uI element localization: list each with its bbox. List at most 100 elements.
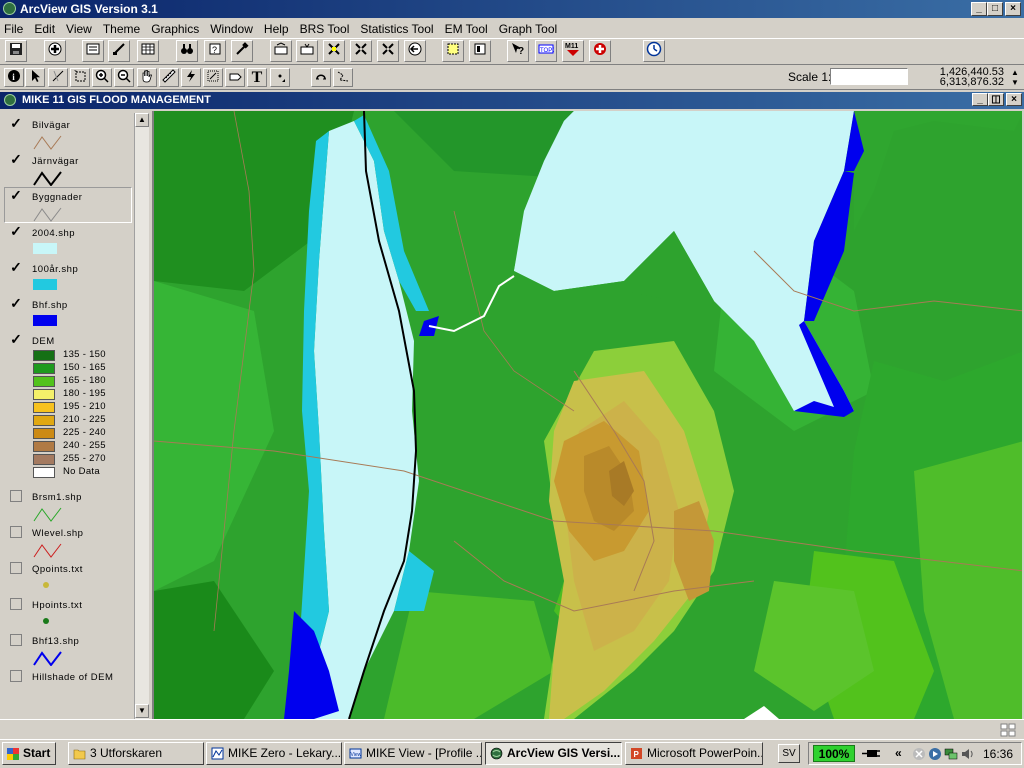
binoculars-icon[interactable]: [176, 40, 198, 62]
layer-checkbox[interactable]: [10, 598, 22, 610]
hand-icon[interactable]: [137, 68, 157, 87]
battery-percentage[interactable]: 100%: [813, 745, 855, 762]
map-canvas[interactable]: [154, 111, 1022, 719]
menu-graphics[interactable]: Graphics: [151, 22, 199, 36]
clock-icon[interactable]: [643, 40, 665, 62]
layer-checkbox[interactable]: [10, 634, 22, 646]
layer-checkbox[interactable]: [10, 490, 22, 502]
layer-checkbox[interactable]: [10, 670, 22, 682]
snap-icon[interactable]: [311, 68, 331, 87]
zoom-out-fixed-icon[interactable]: [377, 40, 399, 62]
taskbar-item-powerpoint[interactable]: P Microsoft PowerPoin...: [625, 742, 763, 765]
layer-checkbox[interactable]: ✓: [10, 296, 22, 310]
help-icon[interactable]: ?: [507, 40, 529, 62]
scroll-up-icon[interactable]: ▲: [135, 113, 149, 127]
view-restore-button[interactable]: ◫: [988, 93, 1004, 106]
legend-icon[interactable]: [108, 40, 130, 62]
menu-view[interactable]: View: [66, 22, 92, 36]
view-minimize-button[interactable]: _: [972, 93, 988, 106]
scale-input[interactable]: [830, 68, 908, 85]
menu-edit[interactable]: Edit: [34, 22, 55, 36]
media-player-icon[interactable]: [928, 747, 942, 761]
map-display[interactable]: [152, 111, 1022, 719]
shape-icon[interactable]: [333, 68, 353, 87]
taskbar-item-explorer[interactable]: 3 Utforskaren: [68, 742, 204, 765]
scroll-down-icon[interactable]: ▼: [135, 704, 149, 718]
maximize-button[interactable]: □: [987, 2, 1003, 16]
floppy-icon[interactable]: [5, 40, 27, 62]
text-icon[interactable]: T: [247, 68, 267, 87]
select-box-icon[interactable]: [70, 68, 90, 87]
menu-em-tool[interactable]: EM Tool: [445, 22, 488, 36]
legend-label: No Data: [63, 466, 100, 477]
volume-icon[interactable]: [960, 747, 974, 761]
query-icon[interactable]: ?: [204, 40, 226, 62]
menu-statistics-tool[interactable]: Statistics Tool: [360, 22, 433, 36]
hammer-icon[interactable]: [231, 40, 253, 62]
layer-checkbox[interactable]: ✓: [10, 260, 22, 274]
taskbar-item-arcview[interactable]: ArcView GIS Versi...: [485, 742, 622, 765]
menu-brs-tool[interactable]: BRS Tool: [300, 22, 350, 36]
toc-layer-dem[interactable]: ✓ DEM 135 - 150 150 - 165 165 - 180 180 …: [2, 331, 132, 491]
close-button[interactable]: ×: [1005, 2, 1021, 16]
vertex-icon[interactable]: [48, 68, 68, 87]
scroll-track[interactable]: [135, 131, 149, 713]
start-button[interactable]: Start: [2, 742, 56, 765]
zoom-previous-icon[interactable]: [404, 40, 426, 62]
taskbar-item-mike-zero[interactable]: MIKE Zero - Lekary...: [206, 742, 342, 765]
topo-icon[interactable]: TOPO: [535, 40, 557, 62]
spin-up-icon[interactable]: ▲: [1008, 68, 1022, 78]
flood-icon[interactable]: [589, 40, 611, 62]
ruler-icon[interactable]: [159, 68, 179, 87]
menu-help[interactable]: Help: [264, 22, 289, 36]
label-icon[interactable]: [225, 68, 245, 87]
zoom-active-icon[interactable]: [296, 40, 318, 62]
select-icon[interactable]: [442, 40, 464, 62]
legend-label: 180 - 195: [63, 388, 106, 399]
layer-checkbox[interactable]: ✓: [10, 224, 22, 238]
clock-time[interactable]: 16:36: [983, 747, 1013, 761]
zoom-in-icon[interactable]: [92, 68, 112, 87]
toc-scrollbar[interactable]: ▲ ▼: [134, 113, 149, 719]
layer-checkbox[interactable]: ✓: [10, 332, 22, 346]
tray-expand-chevron[interactable]: «: [895, 746, 902, 760]
layer-checkbox[interactable]: ✓: [10, 116, 22, 130]
minimize-button[interactable]: _: [971, 2, 987, 16]
properties-icon[interactable]: [82, 40, 104, 62]
language-indicator[interactable]: SV: [778, 744, 800, 763]
coordinate-spin[interactable]: ▲ ▼: [1008, 68, 1022, 88]
draw-icon[interactable]: [270, 68, 290, 87]
table-icon[interactable]: [137, 40, 159, 62]
layer-name: DEM: [32, 336, 55, 347]
menu-window[interactable]: Window: [210, 22, 253, 36]
view-close-button[interactable]: ×: [1006, 93, 1022, 106]
clear-icon[interactable]: [469, 40, 491, 62]
tray-close-icon[interactable]: [912, 747, 926, 761]
layer-checkbox[interactable]: ✓: [10, 152, 22, 166]
identify-icon[interactable]: i: [4, 68, 24, 87]
resize-grip-icon[interactable]: [1000, 723, 1016, 737]
layer-checkbox[interactable]: ✓: [10, 188, 22, 202]
spin-down-icon[interactable]: ▼: [1008, 78, 1022, 88]
lightning-icon[interactable]: [181, 68, 201, 87]
zoom-in-fixed-icon[interactable]: [350, 40, 372, 62]
arrow-icon[interactable]: [25, 68, 45, 87]
powerpoint-icon: P: [631, 748, 642, 759]
taskbar-item-mike-view[interactable]: View MIKE View - [Profile ...: [344, 742, 482, 765]
legend-swatch: [33, 415, 55, 426]
menu-graph-tool[interactable]: Graph Tool: [499, 22, 557, 36]
power-plug-icon[interactable]: [861, 747, 881, 760]
plus-icon[interactable]: [44, 40, 66, 62]
coordinate-y: 6,313,876.32: [939, 76, 1004, 88]
zoom-full-icon[interactable]: [270, 40, 292, 62]
line-symbol-icon: [33, 543, 62, 558]
zoom-out-icon[interactable]: [114, 68, 134, 87]
menu-file[interactable]: File: [4, 22, 23, 36]
layer-checkbox[interactable]: [10, 562, 22, 574]
menu-theme[interactable]: Theme: [103, 22, 140, 36]
zoom-selected-icon[interactable]: [323, 40, 345, 62]
network-icon[interactable]: [944, 747, 958, 761]
m11-icon[interactable]: M11: [562, 40, 584, 62]
layer-checkbox[interactable]: [10, 526, 22, 538]
area-icon[interactable]: [203, 68, 223, 87]
